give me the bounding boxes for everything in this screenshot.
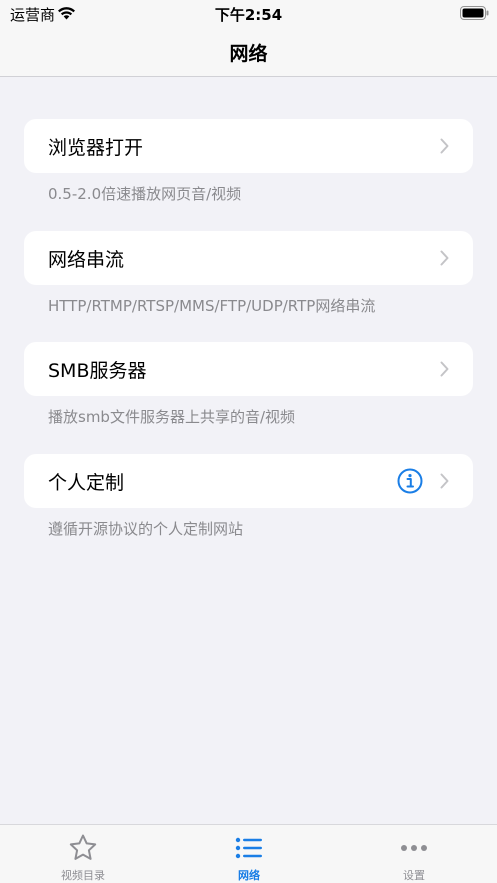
page-title: 网络 [229, 43, 268, 65]
navigation-bar: 网络 [0, 26, 497, 77]
cell-label: SMB服务器 [48, 360, 147, 382]
chevron-right-icon [440, 361, 449, 381]
section-network-stream: 网络串流 HTTP/RTMP/RTSP/MMS/FTP/UDP/RTP网络串流 [24, 231, 473, 316]
battery-icon [460, 5, 489, 24]
star-icon [0, 832, 166, 868]
cell-footer: HTTP/RTMP/RTSP/MMS/FTP/UDP/RTP网络串流 [48, 297, 376, 315]
info-icon[interactable] [397, 468, 423, 498]
tab-network[interactable]: 网络 [166, 825, 332, 883]
tab-label: 视频目录 [61, 869, 105, 882]
status-time: 下午2:54 [214, 6, 283, 24]
network-stream-cell[interactable]: 网络串流 [24, 231, 473, 285]
section-smb-server: SMB服务器 播放smb文件服务器上共享的音/视频 [24, 342, 473, 427]
section-browser: 浏览器打开 0.5-2.0倍速播放网页音/视频 [24, 119, 473, 204]
cell-footer: 遵循开源协议的个人定制网站 [48, 520, 244, 538]
section-custom: 个人定制 遵循开源协议的个人定制网站 [24, 454, 473, 539]
status-bar: 运营商 下午2:54 [0, 0, 497, 26]
tab-label: 网络 [238, 869, 260, 882]
tab-bar: 视频目录 网络 设置 [0, 824, 497, 883]
custom-site-cell[interactable]: 个人定制 [24, 454, 473, 508]
smb-server-cell[interactable]: SMB服务器 [24, 342, 473, 396]
chevron-right-icon [440, 473, 449, 493]
more-icon [331, 832, 497, 868]
chevron-right-icon [440, 250, 449, 270]
tab-video-directory[interactable]: 视频目录 [0, 825, 166, 883]
cell-label: 浏览器打开 [48, 137, 144, 159]
screen: 运营商 下午2:54 网络 浏览器打开 0.5-2.0倍速播放网页音/视频 网络… [0, 0, 497, 883]
cell-label: 网络串流 [48, 249, 125, 271]
cell-footer: 播放smb文件服务器上共享的音/视频 [48, 408, 296, 426]
tab-settings[interactable]: 设置 [331, 825, 497, 883]
chevron-right-icon [440, 138, 449, 158]
list-icon [166, 832, 332, 868]
cell-footer: 0.5-2.0倍速播放网页音/视频 [48, 185, 242, 203]
browser-open-cell[interactable]: 浏览器打开 [24, 119, 473, 173]
cell-label: 个人定制 [48, 472, 125, 494]
tab-label: 设置 [403, 869, 425, 882]
